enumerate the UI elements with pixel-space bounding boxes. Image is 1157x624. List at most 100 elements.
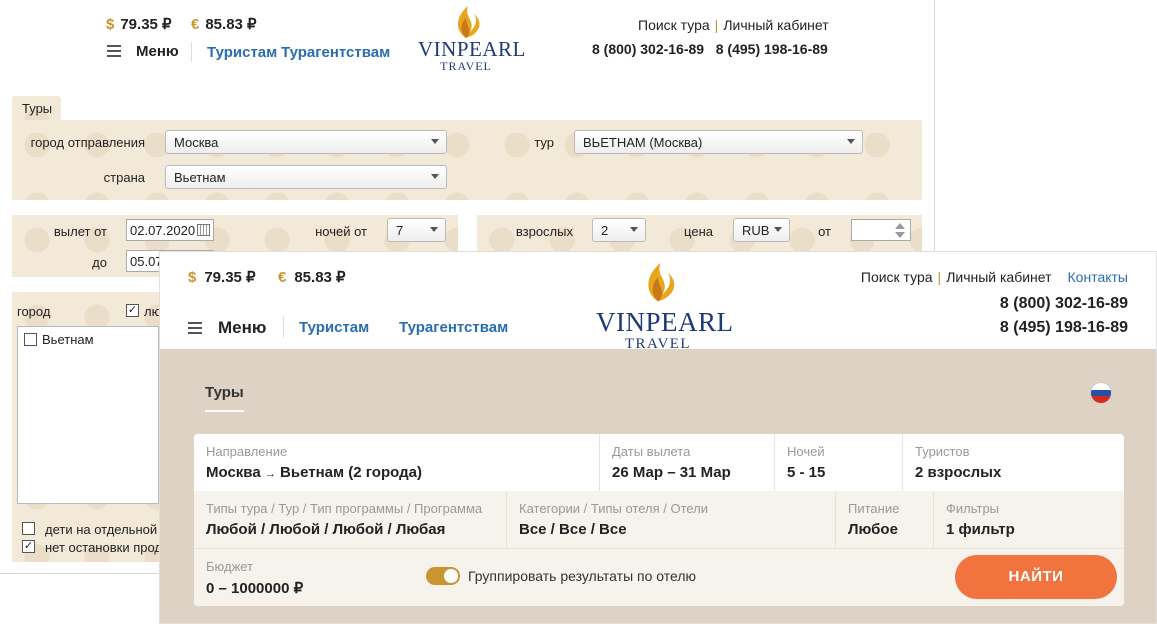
direction-field[interactable]: Направление Москва → Вьетнам (2 города) xyxy=(194,434,600,491)
nonstop-label: нет остановки прод xyxy=(45,540,162,555)
cabinet-link[interactable]: Личный кабинет xyxy=(723,17,828,33)
nav-tourists[interactable]: Туристам xyxy=(299,319,369,336)
meals-field[interactable]: Питание Любое xyxy=(836,491,934,548)
usd-rate: $79.35 ₽ xyxy=(106,16,172,33)
departure-city-label: город отправления xyxy=(30,135,145,150)
phone-numbers[interactable]: 8 (800) 302-16-89 8 (495) 198-16-89 xyxy=(592,41,828,57)
kids-label: дети на отдельной xyxy=(45,522,158,537)
separator: | xyxy=(714,17,719,33)
eur-rate: €85.83 ₽ xyxy=(191,16,257,33)
tourists-caption: Туристов xyxy=(915,444,970,459)
separator: | xyxy=(937,269,942,285)
menu-button[interactable]: Меню xyxy=(136,43,179,60)
direction-caption: Направление xyxy=(206,444,288,459)
divider xyxy=(283,316,284,338)
country-label: страна xyxy=(103,170,145,185)
eur-rate: €85.83 ₽ xyxy=(278,269,346,286)
price-from-input[interactable] xyxy=(851,219,911,241)
group-by-hotel-toggle[interactable] xyxy=(426,567,460,585)
find-button[interactable]: НАЙТИ xyxy=(955,555,1117,599)
tour-types-value: Любой / Любой / Любой / Любая xyxy=(206,521,446,538)
logo-flame-icon xyxy=(457,6,480,38)
filters-caption: Фильтры xyxy=(946,501,1000,516)
dates-value: 26 Мар – 31 Мар xyxy=(612,464,731,481)
top-links: Поиск тура | Личный кабинет Контакты xyxy=(861,269,1128,285)
logo-flame-icon xyxy=(648,263,675,302)
search-section: Туры Направление Москва → Вьетнам (2 гор… xyxy=(160,349,1156,623)
city-option: Вьетнам xyxy=(42,332,94,347)
direction-value: Москва → Вьетнам (2 города) xyxy=(206,464,422,481)
tab-tours[interactable]: Туры xyxy=(205,384,244,412)
search-tour-link[interactable]: Поиск тура xyxy=(861,269,933,285)
tour-types-caption: Типы тура / Тур / Тип программы / Програ… xyxy=(206,501,483,516)
budget-value: 0 – 1000000 ₽ xyxy=(206,580,304,597)
arrow-right-icon: → xyxy=(264,468,276,480)
currency-select[interactable]: RUB xyxy=(733,218,790,242)
search-row-1: Направление Москва → Вьетнам (2 города) … xyxy=(194,434,1124,491)
search-row-2: Типы тура / Тур / Тип программы / Програ… xyxy=(194,491,1124,548)
russia-flag-icon[interactable] xyxy=(1090,382,1112,404)
budget-caption: Бюджет xyxy=(206,559,254,574)
header: $79.35 ₽ €85.83 ₽ Меню Туристам Турагент… xyxy=(160,252,1156,352)
nonstop-checkbox[interactable]: ✓ xyxy=(22,540,35,553)
menu-icon[interactable] xyxy=(107,45,121,57)
adults-label: взрослых xyxy=(515,224,573,239)
group-by-hotel-label: Группировать результаты по отелю xyxy=(468,568,696,584)
tour-select[interactable]: ВЬЕТНАМ (Москва) xyxy=(574,130,863,154)
dates-caption: Даты вылета xyxy=(612,444,691,459)
phone-primary[interactable]: 8 (800) 302-16-89 xyxy=(1000,295,1128,313)
nights-label: ночей от xyxy=(315,224,367,239)
city-list[interactable]: Вьетнам xyxy=(17,326,159,504)
tour-label: тур xyxy=(534,135,554,150)
nav-agencies[interactable]: Турагентствам xyxy=(399,319,508,336)
tour-types-field[interactable]: Типы тура / Тур / Тип программы / Програ… xyxy=(194,491,507,548)
meals-value: Любое xyxy=(848,521,898,538)
country-select[interactable]: Вьетнам xyxy=(165,165,447,189)
new-site-window: $79.35 ₽ €85.83 ₽ Меню Туристам Турагент… xyxy=(159,251,1157,624)
categories-caption: Категории / Типы отеля / Отели xyxy=(519,501,709,516)
categories-field[interactable]: Категории / Типы отеля / Отели Все / Все… xyxy=(507,491,836,548)
nav-tourists[interactable]: Туристам xyxy=(207,44,277,61)
search-row-3: Бюджет 0 – 1000000 ₽ Группировать резуль… xyxy=(194,548,1124,606)
calendar-icon[interactable] xyxy=(197,224,210,236)
nights-select[interactable]: 7 xyxy=(387,218,446,242)
nights-field[interactable]: Ночей 5 - 15 xyxy=(775,434,903,491)
nights-caption: Ночей xyxy=(787,444,825,459)
price-panel: взрослых 2 цена RUB от xyxy=(477,215,922,255)
nav-agencies[interactable]: Турагентствам xyxy=(281,44,390,61)
budget-field[interactable]: Бюджет 0 – 1000000 ₽ xyxy=(194,549,394,606)
nights-value: 5 - 15 xyxy=(787,464,826,481)
vinpearl-logo[interactable]: VINPEARL TRAVEL xyxy=(418,4,525,74)
spinner-icon[interactable] xyxy=(892,222,908,239)
categories-value: Все / Все / Все xyxy=(519,521,627,538)
tab-tours[interactable]: Туры xyxy=(12,96,61,120)
filters-value: 1 фильтр xyxy=(946,521,1015,538)
tourists-field[interactable]: Туристов 2 взрослых xyxy=(903,434,1124,491)
city-checkbox[interactable] xyxy=(24,333,37,346)
search-tour-link[interactable]: Поиск тура xyxy=(638,17,710,33)
menu-icon[interactable] xyxy=(188,322,202,334)
contacts-link[interactable]: Контакты xyxy=(1068,269,1128,285)
departure-city-select[interactable]: Москва xyxy=(165,130,447,154)
city-label: город xyxy=(17,304,51,319)
divider xyxy=(191,42,192,62)
any-city-checkbox[interactable]: ✓ xyxy=(126,304,139,317)
top-links: Поиск тура | Личный кабинет xyxy=(638,17,829,33)
menu-button[interactable]: Меню xyxy=(218,318,266,338)
vinpearl-logo[interactable]: VINPEARL TRAVEL xyxy=(596,260,734,352)
depart-to-label: до xyxy=(92,255,107,270)
adults-select[interactable]: 2 xyxy=(592,218,646,242)
depart-from-input[interactable]: 02.07.2020 xyxy=(126,219,214,241)
phone-secondary[interactable]: 8 (495) 198-16-89 xyxy=(1000,319,1128,337)
depart-from-label: вылет от xyxy=(53,224,107,239)
logo-text: VINPEARL xyxy=(596,307,734,337)
dates-field[interactable]: Даты вылета 26 Мар – 31 Мар xyxy=(600,434,775,491)
search-form: Направление Москва → Вьетнам (2 города) … xyxy=(194,434,1124,606)
tour-selection-panel: город отправления Москва тур ВЬЕТНАМ (Мо… xyxy=(12,120,922,200)
meals-caption: Питание xyxy=(848,501,900,516)
cabinet-link[interactable]: Личный кабинет xyxy=(946,269,1051,285)
filters-field[interactable]: Фильтры 1 фильтр xyxy=(934,491,1124,548)
price-from-label: от xyxy=(818,224,831,239)
kids-checkbox[interactable] xyxy=(22,522,35,535)
usd-rate: $79.35 ₽ xyxy=(188,269,256,286)
